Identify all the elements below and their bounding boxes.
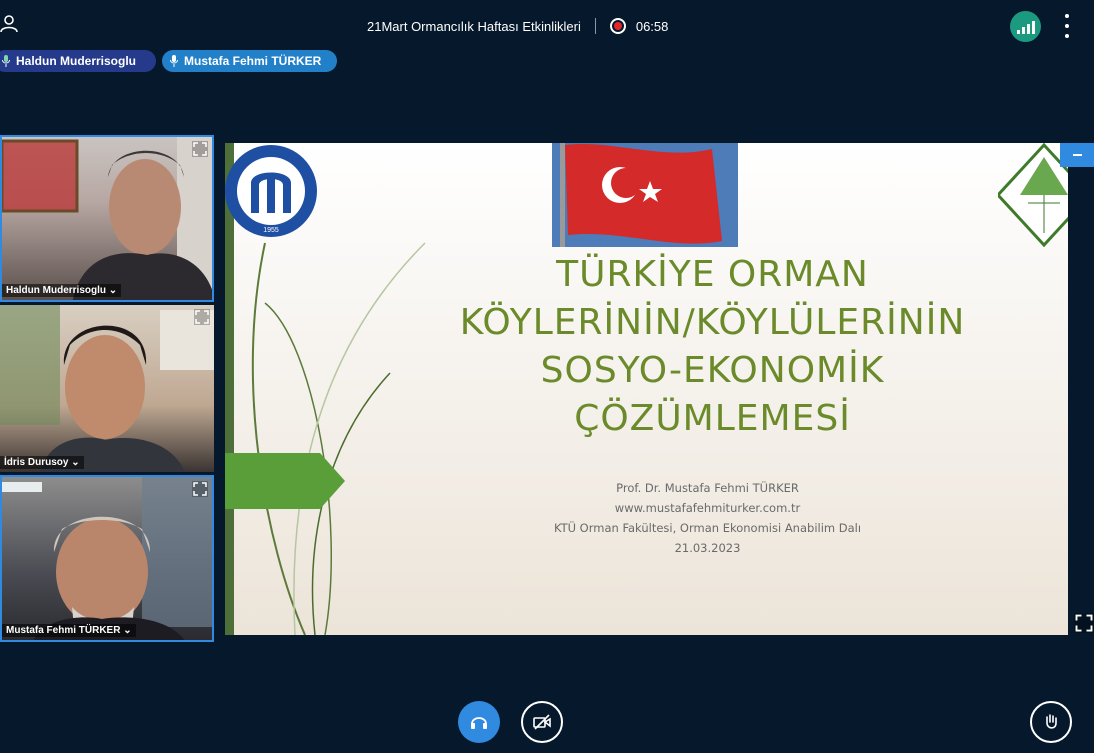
minimize-icon[interactable] xyxy=(1060,143,1094,167)
slide-author: Prof. Dr. Mustafa Fehmi TÜRKER xyxy=(616,481,799,495)
talking-name: Mustafa Fehmi TÜRKER xyxy=(184,54,322,68)
slide-subtitle: Prof. Dr. Mustafa Fehmi TÜRKER www.musta… xyxy=(505,478,910,558)
meeting-title: 21Mart Ormancılık Haftası Etkinlikleri xyxy=(367,18,581,34)
video-tile[interactable]: Mustafa Fehmi TÜRKER ⌄ xyxy=(0,475,214,642)
video-tile[interactable]: Haldun Muderrisoglu ⌄ xyxy=(0,135,214,302)
participant-video xyxy=(0,305,214,472)
participant-name: Mustafa Fehmi TÜRKER ⌄ xyxy=(2,624,136,637)
participant-video xyxy=(2,477,212,640)
slide-affiliation: KTÜ Orman Fakültesi, Orman Ekonomisi Ana… xyxy=(553,521,862,535)
meeting-info: 21Mart Ormancılık Haftası Etkinlikleri 0… xyxy=(367,16,668,36)
talking-name: Haldun Muderrisoglu xyxy=(16,54,136,68)
headset-icon xyxy=(471,717,487,729)
expand-icon[interactable] xyxy=(1074,613,1094,633)
more-icon[interactable] xyxy=(1060,14,1074,38)
mic-icon xyxy=(2,55,10,67)
mic-icon xyxy=(170,55,178,67)
slide-title-line: KÖYLERİNİN/KÖYLÜLERİNİN xyxy=(459,302,966,343)
expand-icon[interactable] xyxy=(192,481,208,497)
talking-indicator: Haldun Muderrisoglu xyxy=(0,50,156,72)
expand-icon[interactable] xyxy=(194,309,210,325)
expand-icon[interactable] xyxy=(192,141,208,157)
participant-name: Haldun Muderrisoglu ⌄ xyxy=(2,284,122,297)
divider xyxy=(594,18,596,34)
camera-off-icon xyxy=(533,714,551,730)
flag-image xyxy=(552,143,738,247)
shared-presentation[interactable]: 1955 TÜRKİYE ORMAN KÖYLERİNİN/KÖYLÜLERİN… xyxy=(225,143,1068,635)
record-icon[interactable] xyxy=(609,18,626,34)
slide-title-line: SOSYO-EKONOMİK xyxy=(540,350,885,391)
slide-title-line: ÇÖZÜMLEMESİ xyxy=(574,398,851,439)
network-icon[interactable] xyxy=(1010,11,1041,42)
camera-button[interactable] xyxy=(521,701,563,743)
svg-text:1955: 1955 xyxy=(263,227,279,234)
slide-date: 21.03.2023 xyxy=(674,541,741,555)
participant-video xyxy=(2,137,212,300)
user-icon[interactable] xyxy=(0,14,20,34)
raise-hand-icon xyxy=(1046,714,1057,729)
meeting-timer: 06:58 xyxy=(635,18,669,34)
video-tile[interactable]: İdris Durusoy ⌄ xyxy=(0,305,214,472)
slide-title-line: TÜRKİYE ORMAN xyxy=(556,254,869,295)
slide-title: TÜRKİYE ORMAN KÖYLERİNİN/KÖYLÜLERİNİN SO… xyxy=(445,251,980,443)
headset-button[interactable] xyxy=(458,701,500,743)
participant-name: İdris Durusoy ⌄ xyxy=(0,456,84,469)
raise-hand-button[interactable] xyxy=(1030,701,1072,743)
university-logo: 1955 xyxy=(225,145,317,237)
faculty-logo xyxy=(998,143,1068,248)
talking-indicator: Mustafa Fehmi TÜRKER xyxy=(162,50,337,72)
top-bar: 21Mart Ormancılık Haftası Etkinlikleri 0… xyxy=(0,0,1094,50)
slide-website: www.mustafafehmiturker.com.tr xyxy=(614,501,801,515)
